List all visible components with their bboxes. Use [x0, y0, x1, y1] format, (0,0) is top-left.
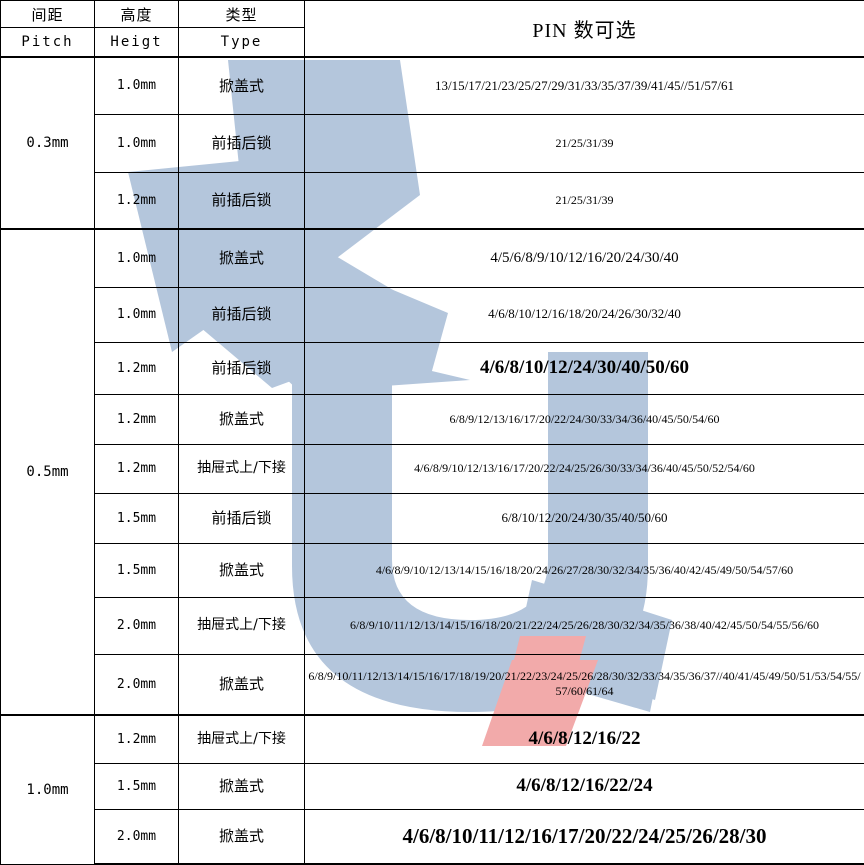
header-height-cn: 高度: [95, 1, 179, 28]
table-row: 1.0mm 前插后锁 21/25/31/39: [1, 114, 864, 172]
table-row: 1.2mm 掀盖式 6/8/9/12/13/16/17/20/22/24/30/…: [1, 394, 864, 444]
type-cell: 掀盖式: [179, 394, 305, 444]
table-row: 1.2mm 前插后锁 21/25/31/39: [1, 172, 864, 229]
pin-cell: 6/8/9/12/13/16/17/20/22/24/30/33/34/36/4…: [305, 394, 864, 444]
height-cell: 1.0mm: [95, 229, 179, 287]
height-cell: 1.2mm: [95, 444, 179, 493]
height-cell: 1.0mm: [95, 114, 179, 172]
header-pitch-cn: 间距: [1, 1, 95, 28]
pin-cell: 4/6/8/12/16/22: [305, 715, 864, 763]
type-cell: 前插后锁: [179, 287, 305, 342]
pin-cell: 6/8/10/12/20/24/30/35/40/50/60: [305, 493, 864, 543]
header-row-cn: 间距 高度 类型 PIN 数可选: [1, 1, 864, 28]
type-cell: 抽屉式上/下接: [179, 715, 305, 763]
pin-cell: 4/6/8/10/12/16/18/20/24/26/30/32/40: [305, 287, 864, 342]
header-height-en: Heigt: [95, 28, 179, 58]
header-type-cn: 类型: [179, 1, 305, 28]
height-cell: 1.2mm: [95, 342, 179, 394]
type-cell: 前插后锁: [179, 493, 305, 543]
height-cell: 1.2mm: [95, 715, 179, 763]
type-cell: 掀盖式: [179, 57, 305, 114]
height-cell: 1.5mm: [95, 493, 179, 543]
pin-cell: 21/25/31/39: [305, 172, 864, 229]
table-row: 1.2mm 抽屉式上/下接 4/6/8/9/10/12/13/16/17/20/…: [1, 444, 864, 493]
header-pin: PIN 数可选: [305, 1, 864, 58]
table-row: 2.0mm 掀盖式 4/6/8/10/11/12/16/17/20/22/24/…: [1, 809, 864, 864]
height-cell: 1.2mm: [95, 172, 179, 229]
pin-cell: 13/15/17/21/23/25/27/29/31/33/35/37/39/4…: [305, 57, 864, 114]
header-pitch-en: Pitch: [1, 28, 95, 58]
pin-cell: 4/6/8/10/12/24/30/40/50/60: [305, 342, 864, 394]
height-cell: 1.2mm: [95, 394, 179, 444]
table-row: 1.5mm 掀盖式 4/6/8/12/16/22/24: [1, 763, 864, 809]
table-row: 1.5mm 掀盖式 4/6/8/9/10/12/13/14/15/16/18/2…: [1, 543, 864, 597]
pin-cell: 6/8/9/10/11/12/13/14/15/16/17/18/19/20/2…: [305, 654, 864, 715]
type-cell: 掀盖式: [179, 229, 305, 287]
table-row: 1.2mm 前插后锁 4/6/8/10/12/24/30/40/50/60: [1, 342, 864, 394]
type-cell: 掀盖式: [179, 543, 305, 597]
height-cell: 1.0mm: [95, 287, 179, 342]
table-row: 1.5mm 前插后锁 6/8/10/12/20/24/30/35/40/50/6…: [1, 493, 864, 543]
type-cell: 抽屉式上/下接: [179, 444, 305, 493]
table-row: 1.0mm 前插后锁 4/6/8/10/12/16/18/20/24/26/30…: [1, 287, 864, 342]
height-cell: 2.0mm: [95, 809, 179, 864]
pitch-cell: 0.3mm: [1, 57, 95, 229]
table-row: 2.0mm 掀盖式 6/8/9/10/11/12/13/14/15/16/17/…: [1, 654, 864, 715]
height-cell: 2.0mm: [95, 654, 179, 715]
pin-cell: 21/25/31/39: [305, 114, 864, 172]
pin-cell: 6/8/9/10/11/12/13/14/15/16/18/20/21/22/2…: [305, 597, 864, 654]
table-row: 2.0mm 抽屉式上/下接 6/8/9/10/11/12/13/14/15/16…: [1, 597, 864, 654]
table-row: 0.3mm 1.0mm 掀盖式 13/15/17/21/23/25/27/29/…: [1, 57, 864, 114]
pin-cell: 4/6/8/10/11/12/16/17/20/22/24/25/26/28/3…: [305, 809, 864, 864]
type-cell: 掀盖式: [179, 763, 305, 809]
height-cell: 1.5mm: [95, 543, 179, 597]
type-cell: 前插后锁: [179, 342, 305, 394]
pin-cell: 4/6/8/9/10/12/13/14/15/16/18/20/24/26/27…: [305, 543, 864, 597]
table-row: 0.5mm 1.0mm 掀盖式 4/5/6/8/9/10/12/16/20/24…: [1, 229, 864, 287]
height-cell: 1.5mm: [95, 763, 179, 809]
type-cell: 抽屉式上/下接: [179, 597, 305, 654]
page-root: 间距 高度 类型 PIN 数可选 Pitch Heigt Type 0.3mm …: [0, 0, 864, 841]
pitch-cell: 1.0mm: [1, 715, 95, 864]
type-cell: 前插后锁: [179, 172, 305, 229]
height-cell: 2.0mm: [95, 597, 179, 654]
type-cell: 掀盖式: [179, 654, 305, 715]
pin-cell: 4/6/8/12/16/22/24: [305, 763, 864, 809]
header-type-en: Type: [179, 28, 305, 58]
table-row: 1.0mm 1.2mm 抽屉式上/下接 4/6/8/12/16/22: [1, 715, 864, 763]
pin-spec-table: 间距 高度 类型 PIN 数可选 Pitch Heigt Type 0.3mm …: [0, 0, 864, 865]
type-cell: 掀盖式: [179, 809, 305, 864]
type-cell: 前插后锁: [179, 114, 305, 172]
pin-cell: 4/6/8/9/10/12/13/16/17/20/22/24/25/26/30…: [305, 444, 864, 493]
pitch-cell: 0.5mm: [1, 229, 95, 715]
height-cell: 1.0mm: [95, 57, 179, 114]
pin-cell: 4/5/6/8/9/10/12/16/20/24/30/40: [305, 229, 864, 287]
